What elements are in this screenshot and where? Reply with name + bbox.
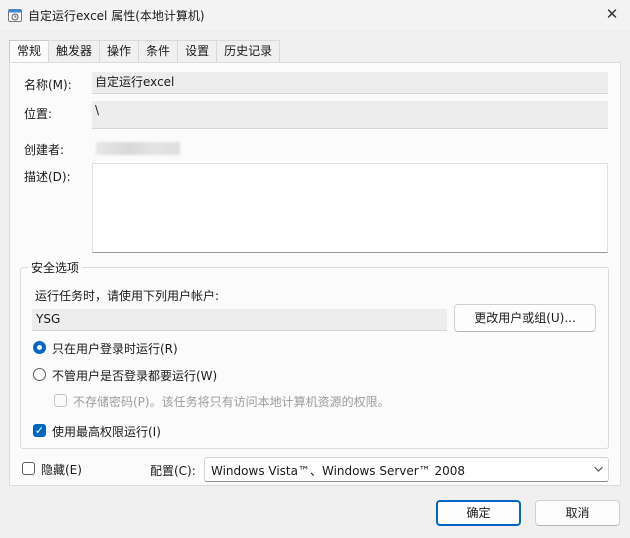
configure-value: Windows Vista™、Windows Server™ 2008 — [211, 464, 466, 478]
description-label: 描述(D): — [24, 170, 71, 184]
user-account-field: YSG — [32, 309, 447, 331]
tab-settings[interactable]: 设置 — [177, 40, 218, 62]
tab-general[interactable]: 常规 — [9, 40, 50, 63]
close-button[interactable]: ✕ — [600, 4, 624, 24]
run-as-label: 运行任务时，请使用下列用户帐户: — [35, 289, 220, 303]
tab-bar: 常规 触发器 操作 条件 设置 历史记录 — [9, 40, 281, 63]
do-not-store-password-label: 不存储密码(P)。该任务将只有访问本地计算机资源的权限。 — [73, 395, 390, 409]
run-only-logged-on-radio[interactable] — [33, 341, 46, 354]
hidden-label[interactable]: 隐藏(E) — [41, 461, 82, 478]
cancel-button[interactable]: 取消 — [535, 500, 620, 526]
description-textarea[interactable] — [92, 163, 608, 253]
close-icon: ✕ — [605, 5, 619, 23]
author-value-redacted — [96, 142, 180, 155]
task-scheduler-icon — [8, 8, 22, 22]
tab-triggers[interactable]: 触发器 — [48, 40, 101, 62]
configure-label: 配置(C): — [150, 464, 196, 478]
run-whether-logged-on-label[interactable]: 不管用户是否登录都要运行(W) — [52, 367, 217, 384]
name-field[interactable]: 自定运行excel — [92, 72, 608, 94]
security-options-title: 安全选项 — [28, 259, 83, 276]
tab-history[interactable]: 历史记录 — [216, 40, 281, 62]
name-label: 名称(M): — [24, 78, 72, 92]
run-whether-logged-on-radio[interactable] — [33, 368, 46, 381]
ok-button[interactable]: 确定 — [436, 500, 521, 526]
change-user-button[interactable]: 更改用户或组(U)... — [454, 304, 596, 332]
window-title: 自定运行excel 属性(本地计算机) — [28, 9, 205, 23]
do-not-store-password-checkbox[interactable] — [54, 394, 67, 407]
configure-dropdown[interactable]: Windows Vista™、Windows Server™ 2008 — [204, 457, 609, 482]
location-field[interactable]: \ — [92, 101, 608, 129]
tab-conditions[interactable]: 条件 — [138, 40, 179, 62]
highest-privileges-checkbox[interactable]: ✓ — [33, 424, 46, 437]
run-only-logged-on-label[interactable]: 只在用户登录时运行(R) — [52, 340, 178, 357]
location-label: 位置: — [24, 107, 53, 121]
author-label: 创建者: — [24, 143, 65, 157]
highest-privileges-label[interactable]: 使用最高权限运行(I) — [52, 423, 161, 440]
chevron-down-icon — [593, 461, 604, 480]
hidden-checkbox[interactable] — [22, 462, 35, 475]
tab-actions[interactable]: 操作 — [99, 40, 140, 62]
